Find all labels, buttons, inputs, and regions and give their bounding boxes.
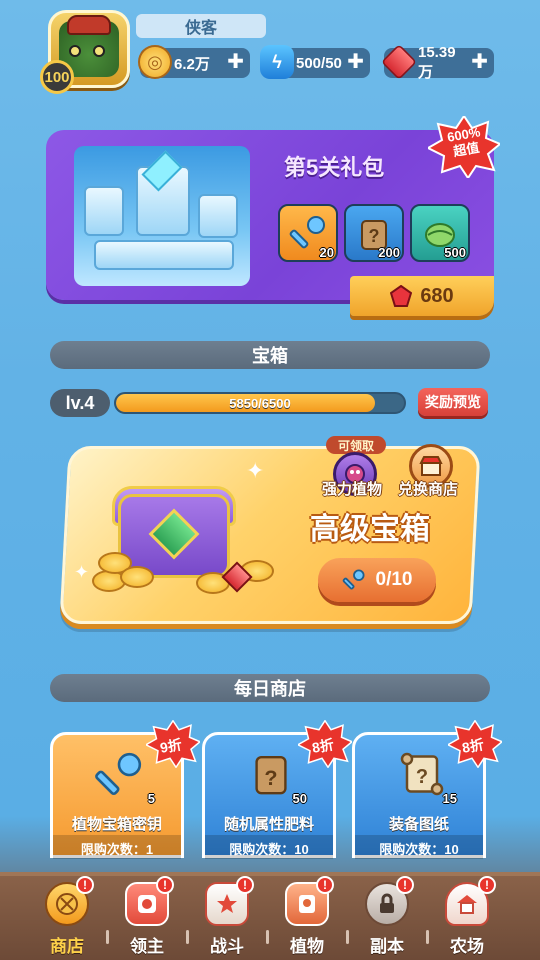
gift-item-mystery-bag[interactable]: ? 200 bbox=[344, 204, 404, 262]
nav-divider bbox=[346, 930, 349, 944]
nav-tab-lord[interactable]: 领主 bbox=[110, 878, 184, 958]
add-gold-button[interactable]: ✚ bbox=[227, 51, 244, 73]
key-icon bbox=[342, 569, 364, 590]
nav-divider bbox=[426, 930, 429, 944]
notification-dot-icon: ! bbox=[316, 876, 334, 894]
discount-text: 8折 bbox=[460, 736, 486, 756]
reward-preview-button[interactable]: 奖励预览 bbox=[418, 388, 488, 416]
shop-item-limit: 限购次数：10 bbox=[355, 835, 483, 859]
fertilizer-bag-icon: ? bbox=[255, 756, 287, 795]
shop-item-count: 15 bbox=[442, 791, 457, 806]
shop-item-name: 装备图纸 bbox=[388, 816, 449, 833]
sparkle-icon: ✦ bbox=[246, 458, 265, 483]
gift-item-seed-pod[interactable]: 500 bbox=[410, 204, 470, 262]
nav-tab-battle[interactable]: 战斗 bbox=[190, 878, 264, 958]
hat-icon bbox=[67, 15, 111, 35]
shop-item-count: 50 bbox=[292, 791, 307, 806]
gold-counter: ◎ 6.2万 ✚ bbox=[138, 45, 250, 79]
nav-label: 副本 bbox=[370, 937, 404, 956]
discount-text: 8折 bbox=[310, 736, 336, 756]
key-progress: 0/10 bbox=[375, 569, 413, 590]
notification-dot-icon: ! bbox=[478, 876, 496, 894]
player-name: 侠客 bbox=[136, 14, 266, 38]
eye-icon bbox=[93, 45, 105, 57]
gem-counter: 15.39万 ✚ bbox=[380, 43, 494, 81]
nav-divider bbox=[186, 930, 189, 944]
gift-pack-title: 第5关礼包 bbox=[284, 155, 385, 180]
notification-dot-icon: ! bbox=[396, 876, 414, 894]
svg-text:?: ? bbox=[416, 766, 428, 788]
exchange-shop-label: 兑换商店 bbox=[398, 481, 459, 498]
notification-dot-icon: ! bbox=[156, 876, 174, 894]
gift-item-count: 20 bbox=[319, 245, 334, 260]
shop-item-limit: 限购次数：1 bbox=[53, 835, 181, 859]
progress-text: 5850/6500 bbox=[229, 395, 291, 411]
nav-divider bbox=[106, 930, 109, 944]
energy-counter: ϟ 500/50 ✚ bbox=[260, 45, 370, 79]
nav-label: 战斗 bbox=[210, 937, 244, 956]
gift-item-count: 500 bbox=[444, 245, 466, 260]
chest-section-title: 宝箱 bbox=[252, 346, 288, 366]
shop-item-count: 5 bbox=[147, 791, 155, 806]
lightning-icon: ϟ bbox=[260, 45, 294, 79]
notification-dot-icon: ! bbox=[236, 876, 254, 894]
discount-text: 9折 bbox=[158, 736, 184, 756]
ruby-gem-icon bbox=[390, 285, 413, 307]
premium-chest-title: 高级宝箱 bbox=[310, 513, 430, 546]
player-level-badge: 100 bbox=[40, 60, 74, 94]
gift-pack-buy-button[interactable]: 680 bbox=[350, 276, 494, 316]
strong-plant-label: 强力植物 bbox=[322, 481, 383, 498]
chest-level-label: lv.4 bbox=[50, 389, 110, 417]
sparkle-icon: ✦ bbox=[74, 562, 90, 582]
ruby-gem-icon bbox=[380, 43, 418, 81]
nav-divider bbox=[266, 930, 269, 944]
daily-shop-header: 每日商店 bbox=[50, 674, 490, 702]
daily-shop-title: 每日商店 bbox=[234, 679, 306, 699]
gem-amount: 15.39万 bbox=[418, 44, 456, 81]
shop-item-name: 植物宝箱密钥 bbox=[71, 816, 162, 833]
nav-label: 植物 bbox=[290, 937, 324, 956]
key-icon bbox=[95, 752, 142, 795]
blueprint-scroll-icon: ? bbox=[400, 752, 444, 796]
add-energy-button[interactable]: ✚ bbox=[347, 51, 364, 73]
chest-level-progress-bar: 5850/6500 bbox=[114, 392, 406, 414]
ice-castle-illustration bbox=[74, 146, 250, 286]
gold-coin-icon bbox=[120, 566, 154, 588]
nav-tab-plant[interactable]: 植物 bbox=[270, 878, 344, 958]
chest-section-header: 宝箱 bbox=[50, 341, 490, 369]
notification-dot-icon: ! bbox=[76, 876, 94, 894]
shop-item-name: 随机属性肥料 bbox=[223, 816, 314, 833]
add-gems-button[interactable]: ✚ bbox=[471, 51, 488, 73]
svg-text:?: ? bbox=[264, 765, 277, 790]
eye-icon bbox=[69, 45, 81, 57]
nav-label: 农场 bbox=[450, 937, 484, 956]
nav-label: 商店 bbox=[50, 937, 84, 956]
gift-item-key[interactable]: 20 bbox=[278, 204, 338, 262]
gift-item-count: 200 bbox=[378, 245, 400, 260]
gold-amount: 6.2万 bbox=[174, 55, 210, 73]
nav-label: 领主 bbox=[130, 937, 164, 956]
open-chest-button[interactable]: 0/10 bbox=[318, 558, 436, 602]
gold-coin-icon: ◎ bbox=[138, 45, 172, 79]
energy-amount: 500/50 bbox=[296, 54, 342, 72]
shop-item-limit: 限购次数：10 bbox=[205, 835, 333, 859]
gift-pack-price: 680 bbox=[420, 284, 454, 307]
svg-text:?: ? bbox=[369, 226, 380, 246]
nav-tab-dungeon[interactable]: 副本 bbox=[350, 878, 424, 958]
nav-tab-shop[interactable]: 商店 bbox=[30, 878, 104, 958]
